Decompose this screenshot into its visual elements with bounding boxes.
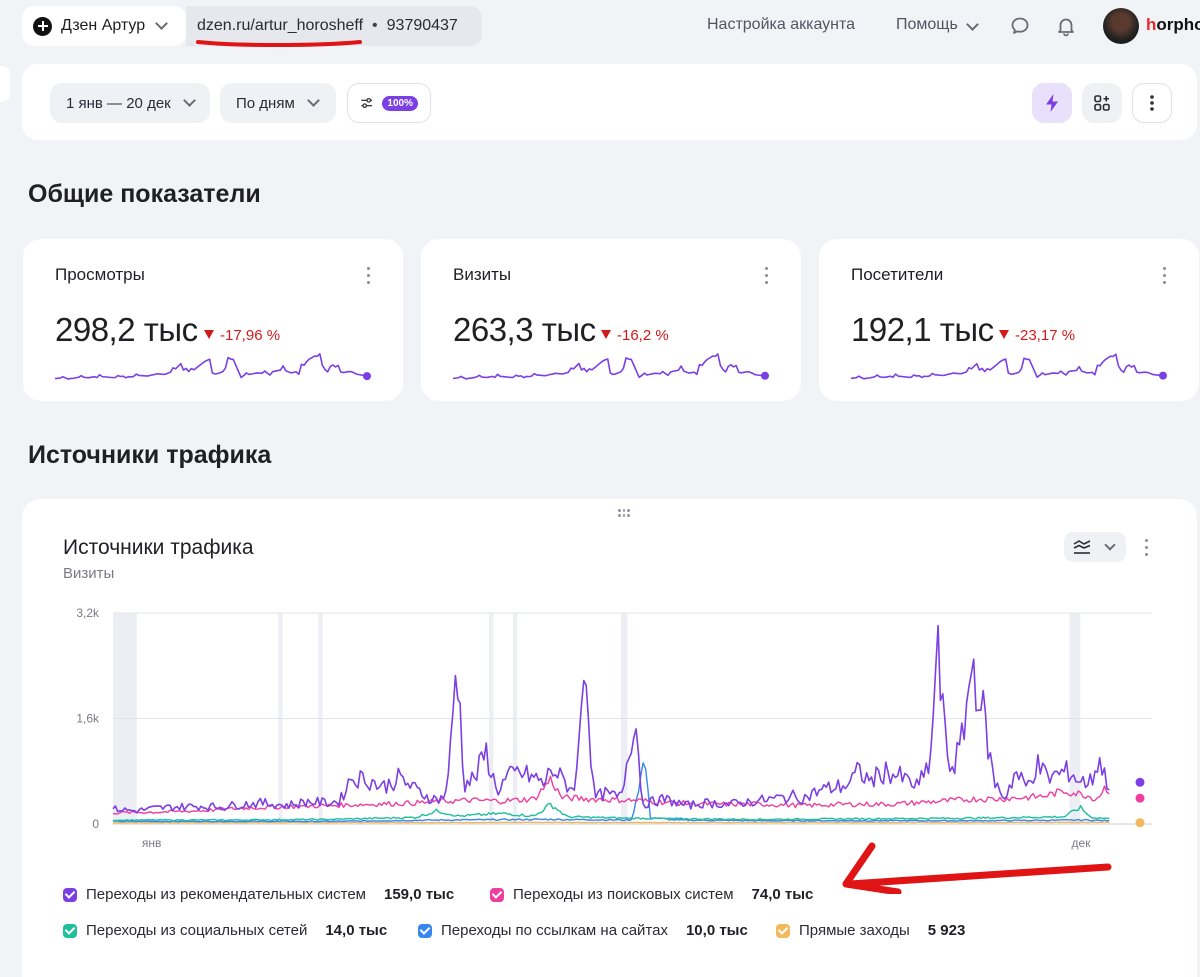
sparkline-endpoint xyxy=(363,372,371,381)
drag-handle-icon[interactable] xyxy=(618,509,630,519)
channel-name: Дзен Артур xyxy=(61,17,146,34)
help-menu[interactable]: Помощь xyxy=(896,16,979,34)
account-settings-link[interactable]: Настройка аккаунта xyxy=(707,16,855,34)
down-triangle-icon xyxy=(204,330,214,339)
more-icon[interactable] xyxy=(1145,539,1149,557)
dzen-logo-icon xyxy=(33,16,52,36)
traffic-sources-card: Источники трафика Визиты xyxy=(22,499,1197,977)
chat-icon[interactable] xyxy=(1008,14,1032,38)
sparkline-path xyxy=(55,353,368,380)
checkbox-icon xyxy=(63,923,77,938)
metric-title: Визиты xyxy=(453,265,512,284)
more-button[interactable] xyxy=(1132,83,1172,123)
username[interactable]: horpho xyxy=(1146,15,1200,35)
metric-delta: -23,17 % xyxy=(999,327,1075,344)
filter-bar: 1 янв — 20 дек По дням 100% xyxy=(22,64,1197,140)
legend-item-search[interactable]: Переходы из поисковых систем 74,0 тыс xyxy=(490,886,813,903)
metric-card-visits[interactable]: Визиты 263,3 тыс -16,2 % xyxy=(421,239,801,401)
checkbox-icon xyxy=(63,887,77,902)
more-icon[interactable] xyxy=(765,267,769,285)
channel-url[interactable]: dzen.ru/artur_horosheff xyxy=(197,17,363,35)
sparkline-visitors xyxy=(851,353,1167,380)
sampling-settings-button[interactable]: 100% xyxy=(347,83,431,123)
down-triangle-icon xyxy=(999,330,1009,339)
metric-card-visitors[interactable]: Посетители 192,1 тыс -23,17 % xyxy=(819,239,1199,401)
grouping-select[interactable]: По дням xyxy=(220,83,336,123)
help-label: Помощь xyxy=(896,16,958,33)
channel-switcher[interactable]: Дзен Артур xyxy=(22,6,186,46)
metric-title: Просмотры xyxy=(55,265,145,284)
checkbox-icon xyxy=(418,923,432,938)
checkbox-icon xyxy=(776,923,790,938)
metric-value: 192,1 тыс xyxy=(851,311,994,348)
chart-type-select[interactable] xyxy=(1064,532,1126,562)
checkbox-icon xyxy=(490,887,504,902)
legend-item-direct[interactable]: Прямые заходы 5 923 xyxy=(776,922,965,939)
channel-id: 93790437 xyxy=(386,17,458,34)
metric-value: 263,3 тыс xyxy=(453,311,596,348)
chevron-down-icon xyxy=(155,17,169,30)
metric-card-views[interactable]: Просмотры 298,2 тыс -17,96 % xyxy=(23,239,403,401)
grouping-label: По дням xyxy=(236,94,295,112)
sparkline-path xyxy=(851,353,1164,380)
metric-value: 298,2 тыс xyxy=(55,311,198,348)
sparkline-endpoint xyxy=(1159,371,1167,380)
lightning-button[interactable] xyxy=(1032,83,1072,123)
metric-delta: -17,96 % xyxy=(204,327,280,344)
top-bar: Дзен Артур dzen.ru/artur_horosheff • 937… xyxy=(0,0,1200,52)
sidebar-edge xyxy=(0,66,10,102)
metric-title: Посетители xyxy=(851,265,944,284)
down-triangle-icon xyxy=(601,330,611,339)
date-range-label: 1 янв — 20 дек xyxy=(66,94,171,112)
widgets-icon xyxy=(1094,95,1110,111)
overview-heading: Общие показатели xyxy=(28,180,261,208)
chevron-down-icon xyxy=(306,94,320,107)
chart-subtitle: Визиты xyxy=(63,565,115,582)
chevron-down-icon xyxy=(182,94,196,107)
traffic-heading: Источники трафика xyxy=(28,441,272,469)
sliders-icon xyxy=(361,97,373,109)
lightning-icon xyxy=(1046,94,1058,112)
sparkline-visits xyxy=(453,353,769,380)
more-icon[interactable] xyxy=(367,267,371,285)
more-icon[interactable] xyxy=(1163,267,1167,285)
legend-item-recommend[interactable]: Переходы из рекомендательных систем 159,… xyxy=(63,886,454,903)
chart-title: Источники трафика xyxy=(63,536,254,559)
legend-item-links[interactable]: Переходы по ссылкам на сайтах 10,0 тыс xyxy=(418,922,748,939)
widgets-button[interactable] xyxy=(1082,83,1122,123)
sparkline-endpoint xyxy=(761,371,769,380)
red-underline-annotation xyxy=(196,40,362,47)
chevron-down-icon xyxy=(1104,538,1116,551)
sparkline-views xyxy=(55,353,371,381)
legend-item-social[interactable]: Переходы из социальных сетей 14,0 тыс xyxy=(63,922,387,939)
metric-delta: -16,2 % xyxy=(601,327,669,344)
area-chart-icon xyxy=(1073,540,1091,554)
bell-icon[interactable] xyxy=(1054,14,1078,38)
sparkline-path xyxy=(453,353,766,380)
sampling-badge: 100% xyxy=(382,95,418,111)
separator: • xyxy=(372,17,378,34)
date-range-picker[interactable]: 1 янв — 20 дек xyxy=(50,83,210,123)
more-icon xyxy=(1150,95,1154,111)
red-arrow-annotation xyxy=(842,842,1112,894)
avatar[interactable] xyxy=(1103,8,1139,44)
chevron-down-icon xyxy=(965,18,979,31)
